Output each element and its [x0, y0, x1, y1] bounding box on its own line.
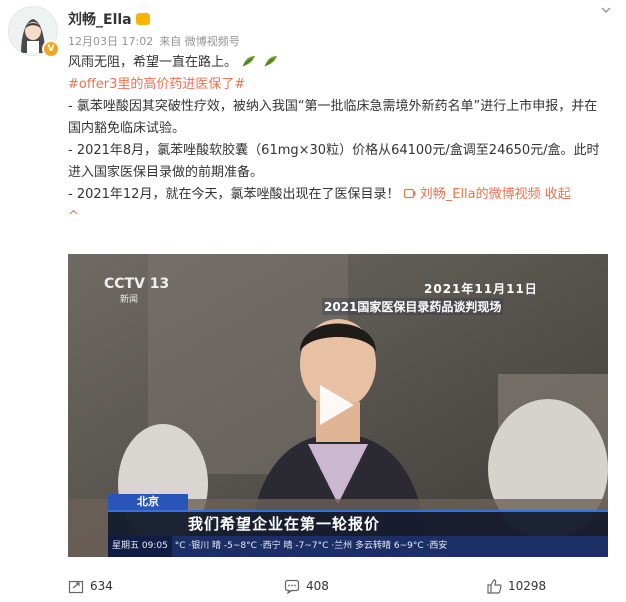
video-date: 2021年11月11日: [424, 282, 538, 296]
post-paragraph-2: - 2021年8月，氯苯唑酸软胶囊（61mg×30粒）价格从64100元/盒调至…: [68, 143, 600, 180]
vip-crown-icon: [135, 13, 150, 25]
play-icon[interactable]: [316, 382, 356, 432]
video-subtitle: 我们希望企业在第一轮报价: [188, 515, 381, 533]
video-weekday-time: 星期五 09:05: [108, 536, 172, 557]
video-link[interactable]: 刘畅_Ella的微博视频: [403, 187, 545, 202]
post-line1-text: 风雨无阻，希望一直在路上。: [68, 55, 238, 70]
post-paragraph-1: - 氯苯唑酸因其突破性疗效，被纳入我国“第一批临床急需境外新药名单”进行上市申报…: [68, 99, 598, 136]
verified-badge-icon: V: [42, 40, 60, 58]
comment-button[interactable]: 408: [284, 578, 329, 594]
channel-logo: CCTV 13 新闻: [104, 276, 169, 305]
hashtag-link[interactable]: #offer3里的高价药进医保了#: [68, 77, 245, 92]
thumbs-up-icon: [487, 579, 502, 594]
username[interactable]: 刘畅_Ella: [68, 9, 132, 29]
post-source[interactable]: 来自 微博视频号: [159, 33, 240, 49]
post-content: 风雨无阻，希望一直在路上。 #offer3里的高价药进医保了# - 氯苯唑酸因其…: [68, 52, 608, 228]
video-link-icon: [403, 188, 416, 199]
collapse-arrow-icon[interactable]: ^: [68, 209, 79, 224]
chevron-down-icon[interactable]: [600, 4, 612, 19]
channel-name: CCTV 13: [104, 276, 170, 292]
repost-count: 634: [90, 579, 113, 593]
post-meta: 12月03日 17:02 来自 微博视频号: [68, 33, 240, 49]
leaf-emoji-icon: [241, 55, 279, 70]
post-line1: 风雨无阻，希望一直在路上。: [68, 52, 608, 74]
post-paragraph-3-text: - 2021年12月，就在今天，氯苯唑酸出现在了医保目录！: [68, 187, 400, 202]
like-button[interactable]: 10298: [486, 578, 546, 594]
post-date[interactable]: 12月03日 17:02: [68, 33, 153, 49]
video-caption-top: 2021国家医保目录药品谈判现场: [322, 298, 504, 315]
ticker-bar: 星期五 09:05 °C ·银川 晴 -5~8°C ·西宁 晴 -7~7°C ·…: [108, 536, 608, 557]
location-tag: 北京: [108, 494, 188, 510]
collapse-link[interactable]: 收起: [545, 187, 571, 202]
video-ticker: °C ·银川 晴 -5~8°C ·西宁 晴 -7~7°C ·兰州 多云转晴 6~…: [174, 541, 448, 551]
comment-icon: [284, 579, 300, 594]
like-count: 10298: [508, 579, 547, 593]
channel-sub: 新闻: [120, 295, 139, 305]
post-paragraph-3: - 2021年12月，就在今天，氯苯唑酸出现在了医保目录！ 刘畅_Ella的微博…: [68, 184, 608, 206]
video-link-label: 刘畅_Ella的微博视频: [419, 187, 541, 202]
comment-count: 408: [306, 579, 329, 593]
action-bar: 634 408 10298: [0, 570, 626, 602]
subtitle-bar: 我们希望企业在第一轮报价: [108, 510, 608, 536]
video-player[interactable]: CCTV 13 新闻 2021年11月11日 2021国家医保目录药品谈判现场 …: [68, 254, 608, 557]
repost-button[interactable]: 634: [68, 578, 113, 594]
username-row: 刘畅_Ella: [68, 9, 150, 29]
repost-icon: [68, 580, 84, 594]
